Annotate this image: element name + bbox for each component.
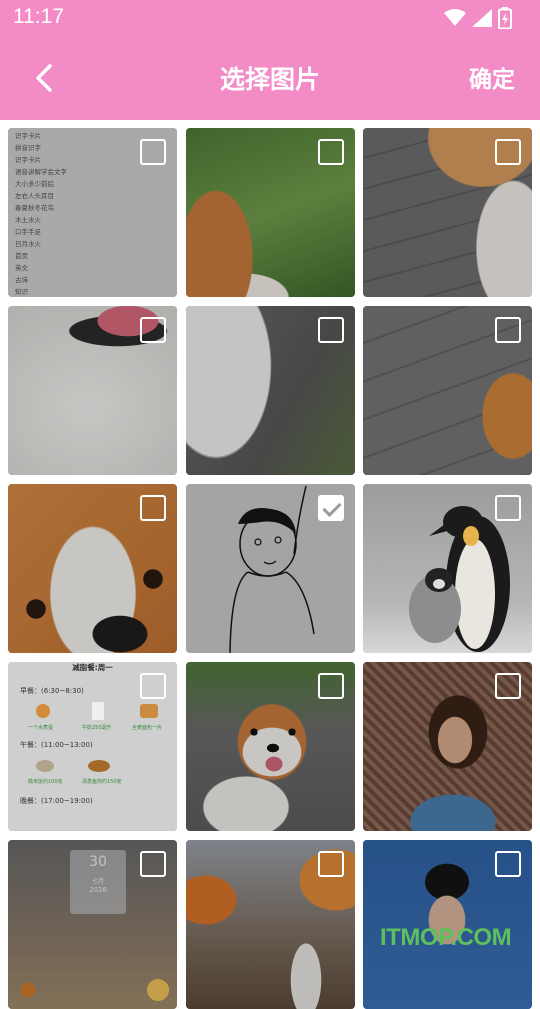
image-checkbox-checked[interactable] (317, 495, 344, 521)
text-line: 英文 (15, 264, 28, 272)
image-cell-text-screenshot[interactable]: 识字卡片 拼音识字 识字卡片 语音讲解学会文字 大小多少前后 左右人头耳目 春夏秋冬花鸟 木土… (8, 128, 177, 297)
meal-item: 清蒸鱼肉约150克 (82, 779, 122, 785)
image-checkbox[interactable] (140, 495, 166, 521)
status-icons (444, 7, 512, 29)
image-checkbox[interactable] (317, 851, 344, 877)
text-line: 语音讲解学会文字 (15, 168, 67, 176)
text-line: 拼音识字 (15, 144, 41, 152)
image-checkbox[interactable] (140, 673, 166, 699)
image-cell-boy-sketch[interactable] (185, 484, 355, 653)
status-bar: 11:17 (0, 0, 540, 36)
image-checkbox[interactable] (140, 851, 166, 877)
image-cell-corgi-ear-pavement[interactable] (363, 306, 532, 475)
text-line: 春夏秋冬花鸟 (15, 204, 54, 212)
watermark: ITMOP.COM (380, 924, 512, 951)
battery-icon (498, 7, 512, 29)
text-line: 日月水火 (15, 240, 41, 248)
signal-icon (472, 9, 492, 27)
app-bar: 选择图片 确定 (0, 36, 540, 120)
text-line: 识字卡片 (15, 132, 41, 140)
meal-item: 糙米饭约100克 (28, 779, 63, 785)
image-cell-corgi-grass[interactable] (185, 128, 355, 297)
image-cell-corgi-face-closeup[interactable] (8, 484, 177, 653)
image-cell-white-fur-ground[interactable] (185, 306, 355, 475)
image-checkbox[interactable] (495, 495, 521, 521)
image-checkbox[interactable] (495, 317, 521, 343)
text-line: 古诗 (15, 276, 28, 284)
bread-icon (140, 704, 158, 718)
rice-icon (36, 760, 54, 772)
text-line: 口手手足 (15, 228, 41, 236)
image-cell-woman-portrait[interactable] (363, 662, 532, 831)
image-cell-calendar-photo[interactable]: 30 七月 2026 (8, 840, 177, 1009)
image-cell-autumn-landscape[interactable] (185, 840, 355, 1009)
image-grid: 识字卡片 拼音识字 识字卡片 语音讲解学会文字 大小多少前后 左右人头耳目 春夏秋冬花鸟 木土… (8, 128, 532, 1009)
confirm-button[interactable]: 确定 (469, 60, 515, 94)
meal-item: 全麦面包一片 (132, 725, 163, 731)
image-cell-meal-plan[interactable]: 减脂餐:周一 早餐：(6:30~8:30) 一个水煮蛋 牛奶250毫升 全麦面包… (8, 662, 177, 831)
image-cell-corgi-fur-tongue[interactable] (8, 306, 177, 475)
meal-item: 一个水煮蛋 (28, 725, 54, 731)
image-checkbox[interactable] (317, 673, 344, 699)
text-line: 首页 (15, 252, 28, 260)
text-line: 木土水火 (15, 216, 41, 224)
meal-title: 减脂餐:周一 (72, 663, 113, 672)
milk-icon (92, 702, 104, 720)
image-cell-penguins[interactable] (363, 484, 532, 653)
fish-icon (88, 760, 110, 772)
text-lines: 识字卡片 拼音识字 识字卡片 语音讲解学会文字 大小多少前后 左右人头耳目 春夏秋冬花鸟 木土… (15, 130, 67, 297)
text-line: 知识 (15, 288, 28, 296)
image-cell-corgi-smiling[interactable] (185, 662, 355, 831)
image-checkbox[interactable] (495, 851, 521, 877)
image-checkbox[interactable] (140, 139, 166, 165)
meal-breakfast: 早餐：(6:30~8:30) (20, 687, 84, 695)
image-cell-corgi-pavement[interactable] (363, 128, 532, 297)
text-line: 左右人头耳目 (15, 192, 54, 200)
text-line: 大小多少前后 (15, 180, 54, 188)
status-time: 11:17 (13, 5, 64, 28)
page-title: 选择图片 (219, 65, 320, 94)
wifi-icon (444, 9, 466, 26)
meal-lunch: 午餐：(11:00~13:00) (20, 741, 93, 749)
image-checkbox[interactable] (317, 317, 344, 343)
meal-item: 牛奶250毫升 (82, 725, 112, 731)
image-checkbox[interactable] (495, 139, 521, 165)
egg-icon (36, 704, 50, 718)
meal-dinner: 晚餐：(17:00~19:00) (20, 797, 93, 805)
image-checkbox[interactable] (495, 673, 521, 699)
text-line: 识字卡片 (15, 156, 41, 164)
image-checkbox[interactable] (317, 139, 344, 165)
image-checkbox[interactable] (140, 317, 166, 343)
